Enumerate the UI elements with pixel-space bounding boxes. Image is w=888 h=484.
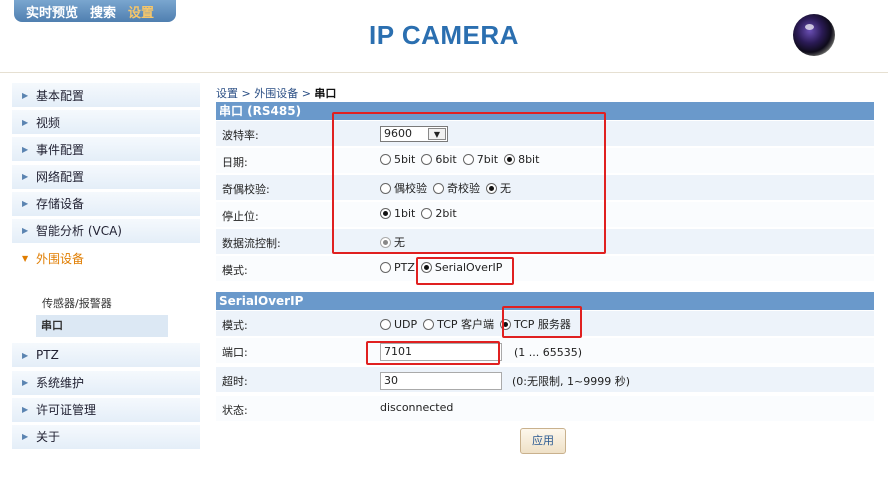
serial-mode-serialoverip[interactable]: SerialOverIP bbox=[420, 261, 502, 274]
radio-checked-icon[interactable] bbox=[486, 182, 497, 194]
radio-icon[interactable] bbox=[380, 318, 391, 330]
tab-search[interactable]: 搜索 bbox=[90, 2, 116, 21]
soip-mode-tcp-client[interactable]: TCP 客户端 bbox=[423, 316, 494, 332]
sidebar-item-event-config[interactable]: ▶ 事件配置 bbox=[12, 137, 200, 162]
data-bits-7[interactable]: 7bit bbox=[462, 153, 498, 166]
caret-right-icon: ▶ bbox=[22, 405, 29, 415]
sidebar: ▶ 基本配置 ▶ 视频 ▶ 事件配置 ▶ 网络配置 ▶ 存储设备 ▶ 智能分析 (VCA) … bbox=[12, 83, 200, 452]
stop-bits-1[interactable]: 1bit bbox=[380, 207, 415, 220]
port-hint: (1 ... 65535) bbox=[514, 345, 583, 359]
breadcrumb: 设置 > 外围设备 > 串口 bbox=[216, 85, 336, 101]
timeout-row: 超时: 30 (0:无限制, 1~9999 秒) bbox=[216, 367, 874, 393]
port-row: 端口: 7101 (1 ... 65535) bbox=[216, 338, 874, 364]
breadcrumb-current: 串口 bbox=[314, 87, 337, 100]
caret-right-icon: ▶ bbox=[22, 199, 29, 209]
caret-right-icon: ▶ bbox=[22, 172, 29, 182]
soip-section-header: SerialOverIP bbox=[216, 292, 874, 310]
caret-right-icon: ▶ bbox=[22, 378, 29, 387]
breadcrumb-path[interactable]: 设置 > 外围设备 > bbox=[216, 87, 314, 100]
sidebar-item-video[interactable]: ▶ 视频 bbox=[12, 110, 200, 135]
apply-button[interactable]: 应用 bbox=[520, 428, 566, 454]
port-label: 端口: bbox=[222, 346, 248, 359]
baud-rate-label: 波特率: bbox=[222, 129, 259, 142]
radio-checked-icon bbox=[380, 236, 391, 248]
caret-right-icon: ▶ bbox=[22, 117, 29, 127]
data-bits-label: 日期: bbox=[222, 156, 248, 169]
radio-icon[interactable] bbox=[433, 182, 444, 194]
radio-checked-icon[interactable] bbox=[504, 154, 516, 165]
caret-right-icon: ▶ bbox=[22, 432, 29, 442]
data-bits-row: 日期: 5bit 6bit 7bit 8bit bbox=[216, 148, 874, 174]
page-title: IP CAMERA bbox=[369, 20, 519, 50]
parity-row: 奇偶校验: 偶校验 奇校验 无 bbox=[216, 175, 874, 201]
sidebar-item-maintenance[interactable]: ▶ 系统维护 bbox=[12, 370, 200, 395]
radio-icon[interactable] bbox=[380, 262, 391, 273]
flow-control-row: 数据流控制: 无 bbox=[216, 229, 874, 255]
sidebar-item-network-config[interactable]: ▶ 网络配置 bbox=[12, 164, 200, 189]
caret-right-icon: ▶ bbox=[22, 90, 29, 100]
data-bits-6[interactable]: 6bit bbox=[421, 153, 457, 166]
stop-bits-label: 停止位: bbox=[222, 210, 259, 223]
sidebar-item-vca[interactable]: ▶ 智能分析 (VCA) bbox=[12, 218, 200, 243]
flow-control-none: 无 bbox=[380, 234, 405, 250]
status-label: 状态: bbox=[222, 404, 248, 417]
radio-icon[interactable] bbox=[421, 154, 433, 165]
status-value: disconnected bbox=[380, 401, 454, 414]
radio-checked-icon[interactable] bbox=[380, 208, 391, 219]
sidebar-item-ptz[interactable]: ▶ PTZ bbox=[12, 343, 200, 368]
radio-checked-icon[interactable] bbox=[420, 262, 432, 273]
radio-icon[interactable] bbox=[380, 154, 391, 165]
dropdown-arrow-icon: ▼ bbox=[428, 128, 446, 140]
sidebar-submenu: 传感器/报警器 串口 bbox=[12, 273, 200, 343]
sidebar-item-about[interactable]: ▶ 关于 bbox=[12, 424, 200, 449]
soip-mode-label: 模式: bbox=[222, 319, 248, 332]
data-bits-8[interactable]: 8bit bbox=[504, 153, 539, 166]
soip-mode-tcp-server[interactable]: TCP 服务器 bbox=[500, 316, 571, 332]
sidebar-item-basic-config[interactable]: ▶ 基本配置 bbox=[12, 83, 200, 107]
top-nav: 实时预览 搜索 设置 bbox=[14, 0, 176, 22]
caret-right-icon: ▶ bbox=[22, 350, 29, 360]
stop-bits-2[interactable]: 2bit bbox=[421, 207, 457, 220]
tab-live-view[interactable]: 实时预览 bbox=[26, 2, 78, 21]
caret-right-icon: ▶ bbox=[22, 144, 29, 154]
radio-checked-icon[interactable] bbox=[500, 318, 512, 330]
stop-bits-row: 停止位: 1bit 2bit bbox=[216, 202, 874, 228]
flow-control-label: 数据流控制: bbox=[222, 237, 281, 250]
port-input[interactable]: 7101 bbox=[380, 343, 502, 361]
sidebar-subitem-sensor-alarm[interactable]: 传感器/报警器 bbox=[42, 295, 112, 311]
caret-right-icon: ▶ bbox=[22, 226, 29, 236]
serial-mode-label: 模式: bbox=[222, 264, 248, 277]
parity-even[interactable]: 偶校验 bbox=[380, 180, 427, 196]
camera-lens-logo bbox=[793, 14, 835, 56]
radio-icon[interactable] bbox=[423, 318, 435, 330]
serial-section-header: 串口 (RS485) bbox=[216, 102, 874, 120]
radio-icon[interactable] bbox=[421, 208, 433, 219]
serial-mode-ptz[interactable]: PTZ bbox=[380, 261, 415, 274]
parity-none[interactable]: 无 bbox=[486, 180, 511, 196]
radio-icon[interactable] bbox=[462, 154, 474, 165]
status-row: 状态: disconnected bbox=[216, 396, 874, 422]
caret-down-icon: ▼ bbox=[22, 253, 29, 263]
baud-rate-select[interactable]: 9600 ▼ bbox=[380, 126, 448, 142]
soip-mode-udp[interactable]: UDP bbox=[380, 318, 417, 331]
sidebar-item-peripherals[interactable]: ▼ 外围设备 bbox=[12, 246, 200, 271]
sidebar-subitem-serial-port[interactable]: 串口 bbox=[36, 315, 168, 338]
sidebar-item-license[interactable]: ▶ 许可证管理 bbox=[12, 397, 200, 422]
timeout-input[interactable]: 30 bbox=[380, 372, 502, 390]
sidebar-item-storage[interactable]: ▶ 存储设备 bbox=[12, 191, 200, 216]
tab-settings[interactable]: 设置 bbox=[128, 2, 154, 21]
timeout-hint: (0:无限制, 1~9999 秒) bbox=[512, 375, 630, 388]
header-divider bbox=[0, 72, 888, 73]
timeout-label: 超时: bbox=[222, 375, 248, 388]
serial-mode-row: 模式: PTZ SerialOverIP bbox=[216, 256, 874, 282]
parity-label: 奇偶校验: bbox=[222, 183, 270, 196]
soip-mode-row: 模式: UDP TCP 客户端 TCP 服务器 bbox=[216, 311, 874, 337]
baud-rate-row: 波特率: 9600 ▼ bbox=[216, 121, 874, 147]
parity-odd[interactable]: 奇校验 bbox=[433, 180, 480, 196]
data-bits-5[interactable]: 5bit bbox=[380, 153, 415, 166]
radio-icon[interactable] bbox=[380, 182, 391, 194]
